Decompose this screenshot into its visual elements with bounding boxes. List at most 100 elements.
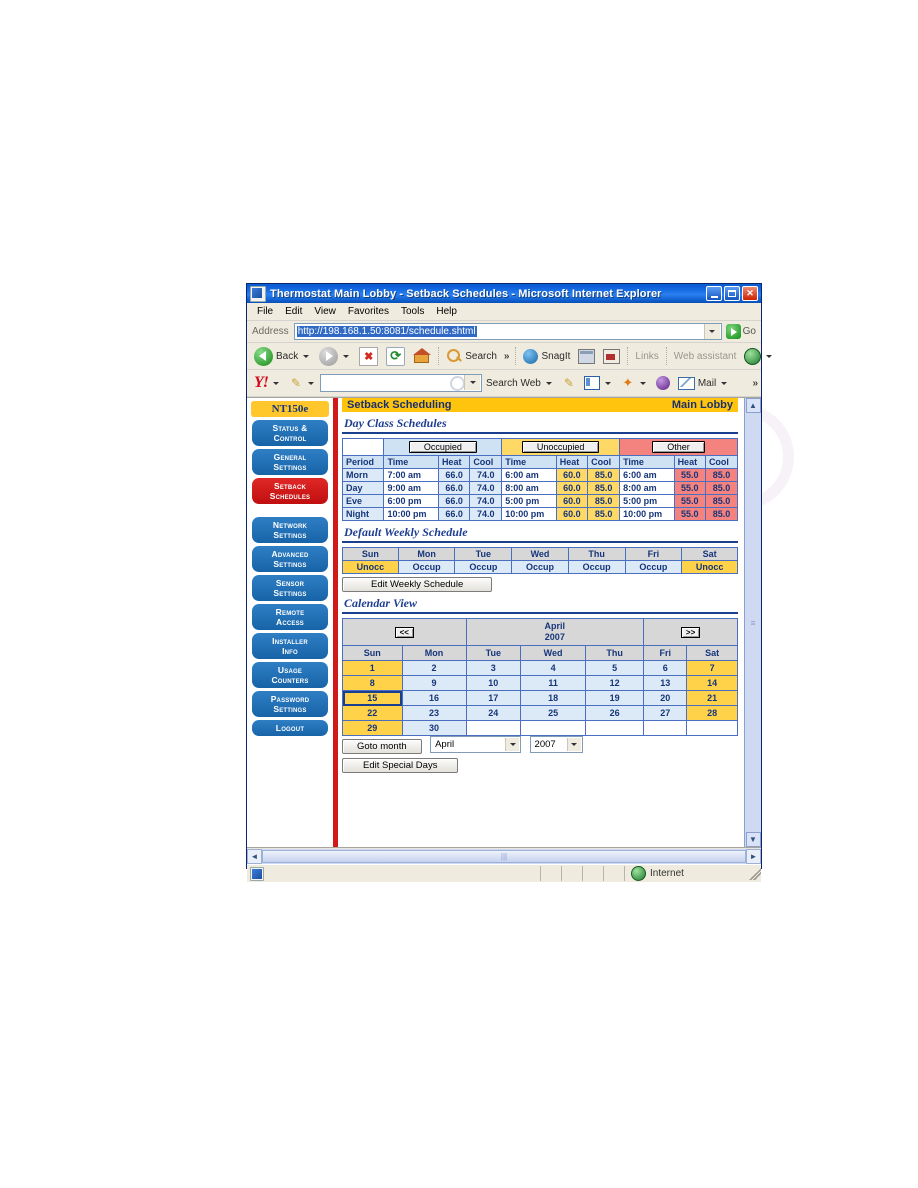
chevron-down-icon[interactable] [721,381,728,385]
cell-occ-heat[interactable]: 66.0 [437,468,471,482]
edit-special-days-button[interactable]: Edit Special Days [342,758,459,773]
cell-ot-cool[interactable]: 85.0 [704,481,739,495]
sidebar-item-password-settings[interactable]: Password Settings [252,691,328,717]
sidebar-item-general-settings[interactable]: General Settings [252,449,328,475]
sidebar-item-sensor-settings[interactable]: Sensor Settings [252,575,328,601]
sidebar-item-setback-schedules[interactable]: Setback Schedules [252,478,328,504]
snagit-button[interactable]: SnagIt [519,348,574,364]
refresh-button[interactable] [382,346,409,366]
yahoo-search-dropdown-icon[interactable] [464,375,480,390]
maximize-button[interactable] [724,286,740,301]
cell-occ-cool[interactable]: 74.0 [469,507,503,521]
sidebar-item-remote-access[interactable]: Remote Access [252,604,328,630]
yahoo-search-input[interactable] [320,374,482,392]
chevron-down-icon[interactable] [545,381,552,385]
calendar-day[interactable]: 11 [520,675,587,691]
snagit-open-button[interactable] [599,348,624,364]
calendar-day[interactable]: 16 [401,690,467,706]
horizontal-scrollbar[interactable]: ◄ ||| ► [247,847,761,864]
cell-ot-cool[interactable]: 85.0 [704,507,739,521]
address-input[interactable]: http://198.168.1.50:8081/schedule.shtml [293,323,722,340]
occupied-button[interactable]: Occupied [408,441,477,453]
yahoo-messenger-button[interactable] [652,376,674,390]
calendar-day[interactable]: 30 [401,720,467,736]
other-button[interactable]: Other [652,441,705,453]
weekly-value-mon[interactable]: Occup [397,560,456,574]
chevron-down-icon[interactable] [273,381,279,385]
calendar-day[interactable]: 8 [342,675,403,691]
menu-item-view[interactable]: View [308,305,342,318]
cell-occ-cool[interactable]: 74.0 [469,481,503,495]
calendar-day[interactable]: 19 [585,690,645,706]
cell-ot-time[interactable]: 5:00 pm [619,494,675,508]
calendar-day-selected[interactable]: 15 [342,690,403,706]
cell-un-cool[interactable]: 85.0 [587,494,621,508]
calendar-day[interactable]: 23 [401,705,467,721]
chevron-down-icon[interactable] [604,381,611,385]
links-button[interactable]: Links [631,351,662,362]
snagit-capture-button[interactable] [574,348,599,364]
scroll-up-button[interactable]: ▲ [745,398,761,413]
horizontal-scroll-track[interactable]: ||| [262,848,746,864]
calendar-day[interactable]: 20 [643,690,688,706]
chevron-down-icon[interactable] [303,354,310,358]
forward-button[interactable] [315,346,355,366]
cell-occ-cool[interactable]: 74.0 [469,494,503,508]
cell-ot-heat[interactable]: 55.0 [673,494,706,508]
cell-un-cool[interactable]: 85.0 [587,507,621,521]
calendar-day[interactable]: 26 [585,705,645,721]
sidebar-item-advanced-settings[interactable]: Advanced Settings [252,546,328,572]
calendar-day[interactable]: 28 [686,705,738,721]
cell-ot-heat[interactable]: 55.0 [673,481,706,495]
calendar-day[interactable]: 27 [643,705,688,721]
cell-ot-cool[interactable]: 85.0 [704,468,739,482]
cell-un-time[interactable]: 6:00 am [501,468,557,482]
cell-ot-heat[interactable]: 55.0 [673,507,706,521]
search-button[interactable]: Search [442,348,501,364]
calendar-day[interactable]: 7 [686,660,738,676]
calendar-day[interactable]: 9 [401,675,467,691]
calendar-day[interactable]: 14 [686,675,738,691]
calendar-day[interactable]: 6 [643,660,688,676]
cell-un-heat[interactable]: 60.0 [555,468,589,482]
cell-occ-heat[interactable]: 66.0 [437,481,471,495]
cell-un-time[interactable]: 8:00 am [501,481,557,495]
calendar-day[interactable]: 1 [342,660,403,676]
address-dropdown-icon[interactable] [703,324,720,339]
yahoo-antispy-button[interactable] [617,376,652,390]
yahoo-mail-button[interactable]: Mail [674,376,733,390]
chevron-down-icon[interactable] [343,354,350,358]
cell-occ-time[interactable]: 7:00 am [383,468,439,482]
resize-grip[interactable] [749,867,761,880]
sidebar-item-usage-counters[interactable]: Usage Counters [252,662,328,688]
cell-un-cool[interactable]: 85.0 [587,468,621,482]
goto-month-button[interactable]: Goto month [342,739,422,754]
cell-ot-cool[interactable]: 85.0 [704,494,739,508]
weekly-value-wed[interactable]: Occup [511,560,569,574]
cell-ot-time[interactable]: 8:00 am [619,481,675,495]
chevron-down-icon[interactable] [505,738,520,752]
calendar-day[interactable]: 12 [585,675,645,691]
yahoo-overflow-button[interactable]: » [749,378,761,389]
scroll-right-button[interactable]: ► [746,848,761,864]
cell-un-time[interactable]: 10:00 pm [501,507,557,521]
month-select[interactable]: April [430,736,522,754]
weekly-value-sun[interactable]: Unocc [342,560,399,574]
cell-occ-heat[interactable]: 66.0 [437,507,471,521]
yahoo-pencil-button[interactable] [558,376,580,390]
yahoo-logo[interactable]: Y! [250,375,285,391]
cell-un-heat[interactable]: 60.0 [555,481,589,495]
cell-occ-cool[interactable]: 74.0 [469,468,503,482]
calendar-day[interactable]: 3 [465,660,522,676]
calendar-day[interactable]: 29 [342,720,403,736]
cell-occ-time[interactable]: 9:00 am [383,481,439,495]
cell-un-heat[interactable]: 60.0 [555,507,589,521]
prev-month-button[interactable]: << [394,626,414,638]
calendar-day[interactable]: 21 [686,690,738,706]
back-button[interactable]: Back [250,346,315,366]
web-assistant-button[interactable] [740,347,778,365]
close-button[interactable]: ✕ [742,286,758,301]
cell-un-heat[interactable]: 60.0 [555,494,589,508]
weekly-value-sat[interactable]: Unocc [681,560,738,574]
cell-occ-time[interactable]: 10:00 pm [383,507,439,521]
